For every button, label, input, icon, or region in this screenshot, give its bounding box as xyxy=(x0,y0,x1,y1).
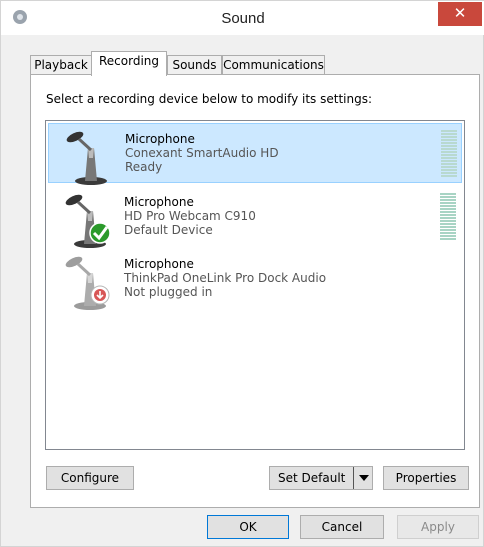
window-title: Sound xyxy=(221,10,265,27)
apply-button[interactable]: Apply xyxy=(397,515,479,539)
tab-communications[interactable]: Communications xyxy=(222,55,325,74)
list-item[interactable]: Microphone HD Pro Webcam C910 Default De… xyxy=(48,187,462,248)
ok-button[interactable]: OK xyxy=(207,515,289,539)
title-bar: Sound ✕ xyxy=(1,1,484,35)
microphone-icon xyxy=(65,194,111,248)
device-status: Ready xyxy=(125,160,163,174)
chevron-down-icon[interactable] xyxy=(353,467,372,489)
device-list[interactable]: Microphone Conexant SmartAudio HD Ready xyxy=(45,120,465,450)
check-icon xyxy=(89,222,111,244)
tab-sounds[interactable]: Sounds xyxy=(167,55,222,74)
level-meter xyxy=(440,193,456,243)
microphone-icon xyxy=(66,131,107,185)
instructions-text: Select a recording device below to modif… xyxy=(46,92,373,106)
configure-button[interactable]: Configure xyxy=(46,466,134,490)
sound-dialog: Sound ✕ Playback Recording Sounds Commun… xyxy=(0,0,484,547)
device-driver: HD Pro Webcam C910 xyxy=(124,209,256,223)
level-meter xyxy=(441,130,457,180)
unplugged-icon xyxy=(90,285,110,305)
device-name: Microphone xyxy=(124,195,194,209)
device-driver: ThinkPad OneLink Pro Dock Audio xyxy=(124,271,327,285)
list-item[interactable]: Microphone Conexant SmartAudio HD Ready xyxy=(48,123,462,185)
device-status: Default Device xyxy=(124,223,213,237)
device-name: Microphone xyxy=(125,132,195,146)
device-driver: Conexant SmartAudio HD xyxy=(125,146,279,160)
set-default-button[interactable]: Set Default xyxy=(269,466,373,490)
close-button[interactable]: ✕ xyxy=(438,2,482,26)
device-status: Not plugged in xyxy=(124,285,213,299)
properties-button[interactable]: Properties xyxy=(383,466,469,490)
cancel-button[interactable]: Cancel xyxy=(300,515,384,539)
set-default-label: Set Default xyxy=(278,471,346,485)
tab-recording[interactable]: Recording xyxy=(91,51,167,76)
device-name: Microphone xyxy=(124,257,194,271)
microphone-icon xyxy=(65,256,110,310)
list-item[interactable]: Microphone ThinkPad OneLink Pro Dock Aud… xyxy=(48,249,462,310)
tab-playback[interactable]: Playback xyxy=(30,55,92,74)
